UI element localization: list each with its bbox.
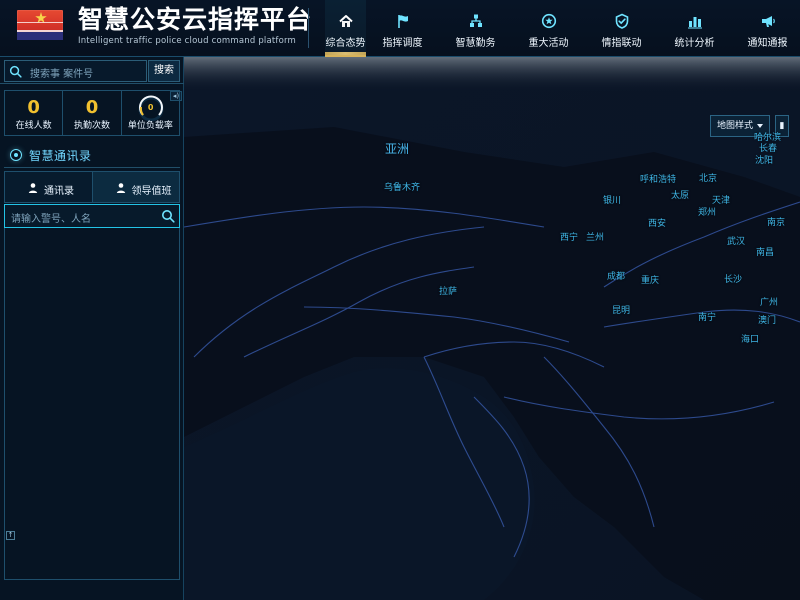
app-title: 智慧公安云指挥平台 xyxy=(78,5,313,34)
map-city-label: 沈阳 xyxy=(755,156,774,166)
nav-label: 智慧勤务 xyxy=(455,38,496,49)
org-chart-icon xyxy=(469,14,482,27)
map-city-label: 太原 xyxy=(671,191,690,201)
nav-label: 重大活动 xyxy=(528,38,569,49)
nav-item-notice[interactable]: 通知通报 xyxy=(731,0,800,57)
header-divider xyxy=(308,8,309,48)
megaphone-icon xyxy=(761,16,775,27)
map-city-label: 拉萨 xyxy=(439,287,458,297)
map-city-label: 澳门 xyxy=(758,316,777,326)
map-city-label: 呼和浩特 xyxy=(640,175,677,185)
map-city-label: 西宁 xyxy=(560,233,579,243)
nav-label: 指挥调度 xyxy=(382,38,423,49)
stat-label: 单位负载率 xyxy=(127,121,173,131)
map-city-label: 重庆 xyxy=(641,276,660,286)
left-panel: 搜索事 案件号 搜索 ◂) 0 在线人数 0 执勤次数 0 单位负载率 智慧通讯… xyxy=(0,57,184,600)
case-search-row: 搜索事 案件号 搜索 xyxy=(0,57,184,84)
user-icon xyxy=(28,183,38,193)
tab-contacts[interactable]: 通讯录 xyxy=(5,172,93,202)
home-icon xyxy=(338,15,353,27)
map-city-label: 南昌 xyxy=(756,248,775,258)
bar-chart-icon xyxy=(687,17,702,29)
tab-label: 领导值班 xyxy=(131,186,172,197)
case-search-button[interactable]: 搜索 xyxy=(148,60,180,82)
flag-icon xyxy=(397,15,408,28)
nav-label: 综合态势 xyxy=(325,38,366,49)
nav-label: 通知通报 xyxy=(747,38,788,49)
nav-item-dispatch[interactable]: 指挥调度 xyxy=(366,0,439,57)
logo-blue-stripe xyxy=(17,32,63,40)
contact-list xyxy=(4,228,180,580)
contact-tabs: 通讯录 领导值班 xyxy=(4,171,180,203)
nav-label: 情指联动 xyxy=(601,38,642,49)
tab-label: 通讯录 xyxy=(44,186,74,197)
nav-item-statistics[interactable]: 统计分析 xyxy=(658,0,731,57)
contact-search-input[interactable]: 请输入警号、人名 xyxy=(4,204,180,228)
map-region-label: 亚洲 xyxy=(385,142,410,156)
app-subtitle: Intelligent traffic police cloud command… xyxy=(78,36,297,46)
section-title-contacts: 智慧通讯录 xyxy=(4,145,180,165)
flag-logo xyxy=(17,10,63,40)
section-title-text: 智慧通讯录 xyxy=(29,149,92,163)
map-city-label: 银川 xyxy=(603,196,622,206)
chevron-down-icon xyxy=(757,123,763,128)
case-search-input[interactable]: 搜索事 案件号 xyxy=(4,60,147,82)
gauge-value: 0 xyxy=(147,103,154,112)
logo-star-icon xyxy=(35,12,47,23)
map-view[interactable]: 地图样式 ▮ 亚洲 哈尔滨 长春 沈阳 呼和浩特 北京 天津 太原 银川 郑州 … xyxy=(184,57,800,600)
contact-search-placeholder: 请输入警号、人名 xyxy=(11,214,91,225)
shield-check-icon xyxy=(615,13,628,29)
nav-item-overview[interactable]: 综合态势 xyxy=(325,0,366,57)
stat-duty-count: 0 执勤次数 xyxy=(63,91,122,135)
section-bullet-icon xyxy=(10,149,22,161)
nav-item-major-events[interactable]: 重大活动 xyxy=(512,0,585,57)
map-base xyxy=(184,57,800,600)
case-search-placeholder: 搜索事 案件号 xyxy=(30,69,94,80)
stat-label: 执勤次数 xyxy=(73,121,110,131)
stat-value: 0 xyxy=(27,97,40,118)
star-circle-icon xyxy=(541,13,556,29)
nav-item-duty[interactable]: 智慧勤务 xyxy=(439,0,512,57)
stats-panel: 0 在线人数 0 执勤次数 0 单位负载率 xyxy=(4,90,180,136)
map-city-label: 北京 xyxy=(699,174,718,184)
stat-online: 0 在线人数 xyxy=(5,91,64,135)
stat-label: 在线人数 xyxy=(15,121,52,131)
stat-load-rate: 0 单位负载率 xyxy=(122,91,179,135)
map-city-label: 武汉 xyxy=(727,237,746,247)
search-icon xyxy=(162,210,175,223)
map-city-label: 广州 xyxy=(760,298,779,308)
nav-label: 统计分析 xyxy=(674,38,715,49)
map-city-label: 西安 xyxy=(648,219,667,229)
map-city-label: 长沙 xyxy=(724,275,743,285)
map-city-label: 乌鲁木齐 xyxy=(384,183,421,193)
nav-item-intel-link[interactable]: 情指联动 xyxy=(585,0,658,57)
map-city-label: 南京 xyxy=(767,218,786,228)
top-bar: 智慧公安云指挥平台 Intelligent traffic police clo… xyxy=(0,0,800,57)
map-city-label: 郑州 xyxy=(698,208,717,218)
map-city-label: 昆明 xyxy=(612,306,631,316)
stat-value: 0 xyxy=(85,97,99,118)
tab-leader-duty[interactable]: 领导值班 xyxy=(92,172,179,202)
user-icon xyxy=(116,183,125,193)
map-style-label: 地图样式 xyxy=(716,121,753,131)
section-divider xyxy=(4,167,180,168)
map-city-label: 南宁 xyxy=(698,313,717,323)
map-city-label: 成都 xyxy=(607,272,626,282)
map-city-label: 海口 xyxy=(741,335,760,345)
scroll-up-button[interactable]: ↑ xyxy=(6,531,15,540)
search-icon xyxy=(9,65,22,78)
main-nav: 综合态势 指挥调度 智慧勤务 重大活动 情指联动 统计分析 通知通报 xyxy=(325,0,800,57)
map-city-label: 兰州 xyxy=(586,233,605,243)
